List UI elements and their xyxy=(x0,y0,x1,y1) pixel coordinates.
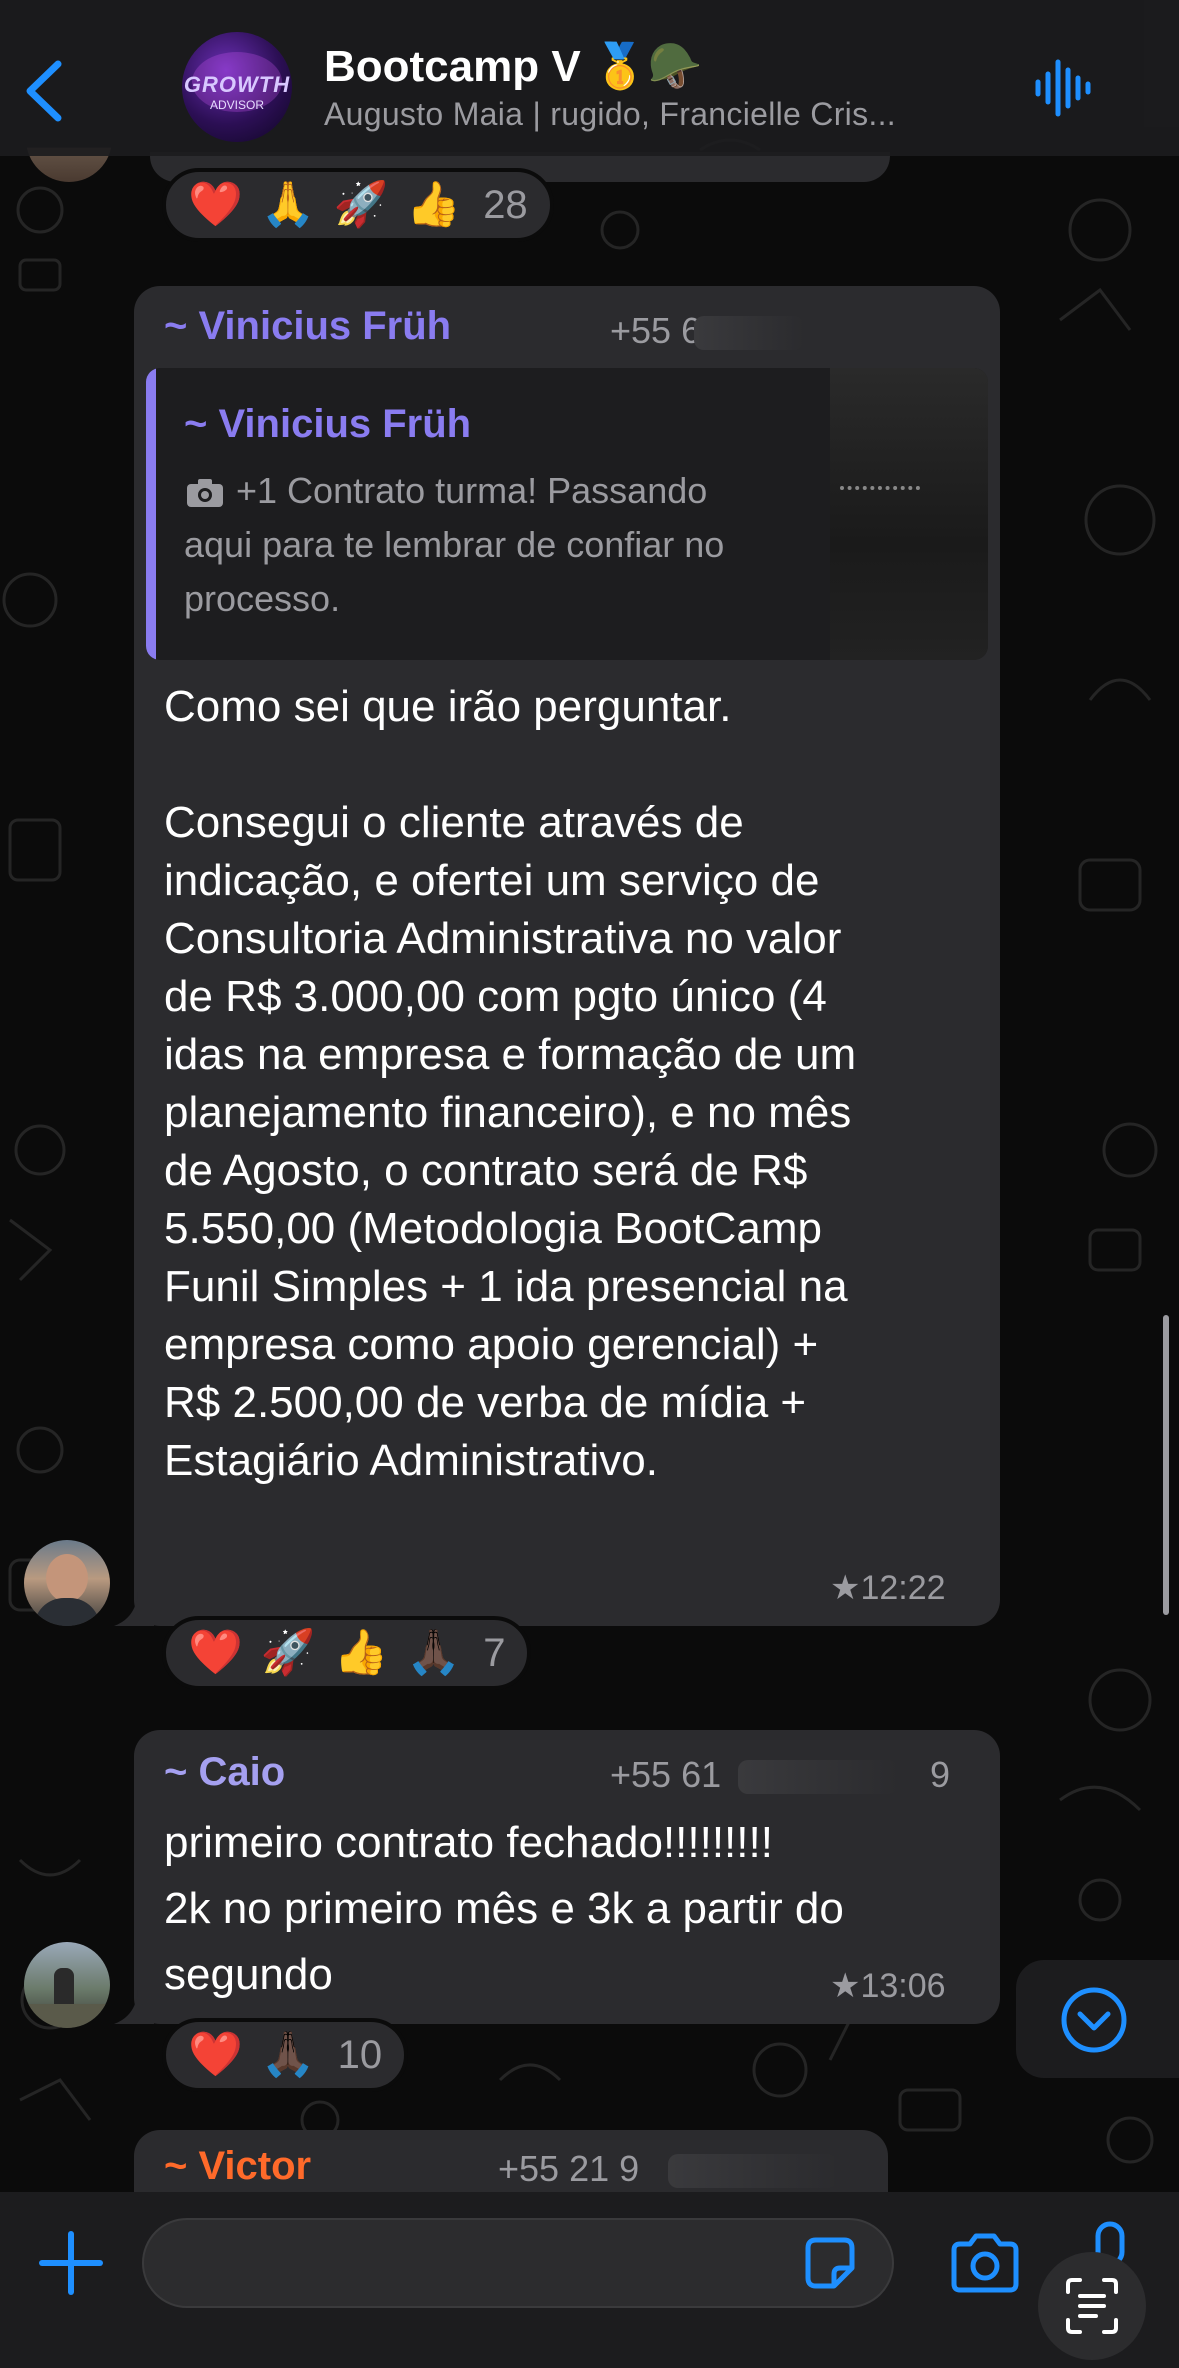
reaction-emoji: 🙏 xyxy=(260,180,316,229)
scrollbar[interactable] xyxy=(1163,1315,1169,1615)
message-bubble-caio[interactable]: ~ Caio +55 61 9 primeiro contrato fechad… xyxy=(134,1730,1000,2024)
chat-title[interactable]: Bootcamp V 🥇🪖 xyxy=(324,40,703,92)
reaction-emoji: ❤️ xyxy=(188,1628,243,1677)
avatar-logo-subtext: ADVISOR xyxy=(209,98,264,112)
sticker-icon xyxy=(805,2237,855,2289)
message-input[interactable] xyxy=(142,2218,894,2308)
phone-blur xyxy=(738,1760,898,1794)
chat-header: GROWTH ADVISOR Bootcamp V 🥇🪖 Augusto Mai… xyxy=(0,0,1179,156)
live-text-icon xyxy=(1066,2278,1118,2334)
sticker-button[interactable] xyxy=(800,2234,860,2294)
reactions-pill[interactable]: ❤️ 🙏🏿 10 xyxy=(162,2018,409,2092)
audio-waveform-icon xyxy=(1035,59,1091,117)
live-text-button[interactable] xyxy=(1038,2252,1146,2360)
reaction-emoji: 👍 xyxy=(406,180,462,229)
scroll-to-bottom-button[interactable] xyxy=(1016,1960,1179,2078)
avatar[interactable] xyxy=(24,1540,110,1626)
message-time: ★13:06 xyxy=(830,1967,946,2005)
message-text: Como sei que irão perguntar. Consegui o … xyxy=(164,682,857,1485)
reaction-emoji: 🙏🏿 xyxy=(406,1628,462,1677)
attach-button[interactable] xyxy=(36,2228,106,2298)
reaction-emoji: 🙏🏿 xyxy=(260,2030,316,2079)
phone-blur xyxy=(694,316,804,350)
reaction-emoji: ❤️ xyxy=(188,180,243,229)
reaction-count: 7 xyxy=(483,1630,506,1675)
bubble-tail xyxy=(114,1592,154,1626)
chat-participants[interactable]: Augusto Maia | rugido, Francielle Cris..… xyxy=(324,96,896,133)
sender-phone-end: 9 xyxy=(930,1754,951,1795)
reaction-count: 10 xyxy=(337,2032,383,2077)
quote-text: +1 Contrato turma! Passando aqui para te… xyxy=(184,470,725,619)
reactions-pill[interactable]: ❤️ 🚀 👍 🙏🏿 7 xyxy=(162,1616,532,1690)
message-time: ★12:22 xyxy=(830,1569,946,1607)
group-avatar[interactable]: GROWTH ADVISOR xyxy=(182,32,292,142)
bubble-tail xyxy=(114,1990,154,2024)
audio-call-button[interactable] xyxy=(1034,56,1094,120)
sender-name[interactable]: ~ Caio xyxy=(164,1750,285,1795)
avatar[interactable] xyxy=(24,1942,110,2028)
quote-thumbnail xyxy=(830,368,988,660)
quote-accent-bar xyxy=(146,368,156,660)
reaction-emoji: 👍 xyxy=(333,1628,389,1677)
quote-sender-name: ~ Vinicius Früh xyxy=(184,402,472,446)
chevron-left-icon xyxy=(26,60,62,122)
reaction-emoji: 🚀 xyxy=(333,180,389,229)
sender-phone: +55 61 xyxy=(610,1754,722,1795)
camera-icon xyxy=(951,2233,1019,2293)
reactions-pill[interactable]: ❤️ 🙏 🚀 👍 28 xyxy=(162,168,554,242)
sender-phone: +55 21 9 xyxy=(498,2148,640,2189)
quoted-message[interactable]: ~ Vinicius Früh +1 Contrato turma! Passa… xyxy=(146,368,988,660)
sender-name[interactable]: ~ Victor xyxy=(164,2144,311,2189)
chevron-down-circle-icon xyxy=(1060,1986,1128,2054)
reaction-emoji: 🚀 xyxy=(260,1628,316,1677)
camera-button[interactable] xyxy=(948,2232,1022,2294)
message-bubble-vinicius[interactable]: ~ Vinicius Früh +55 6 ~ Vinicius Früh +1… xyxy=(134,286,1000,1626)
back-button[interactable] xyxy=(22,58,66,124)
phone-blur xyxy=(668,2154,838,2188)
avatar-logo-text: GROWTH xyxy=(183,72,291,97)
reaction-count: 28 xyxy=(483,182,528,227)
sender-phone: +55 6 xyxy=(610,310,702,351)
plus-icon xyxy=(39,2231,103,2295)
reaction-emoji: ❤️ xyxy=(188,2030,243,2079)
sender-name[interactable]: ~ Vinicius Früh xyxy=(164,304,451,349)
